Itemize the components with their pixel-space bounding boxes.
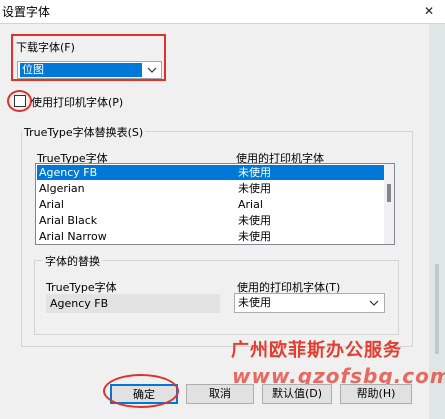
list-item-font: Arial Black (39, 214, 98, 227)
download-font-group: 下载字体(F) 位图 (11, 34, 166, 81)
cancel-button[interactable]: 取消 (186, 384, 254, 404)
list-item-font: Arial (39, 198, 64, 211)
use-printer-font-checkbox[interactable] (14, 95, 26, 107)
font-substitution-label: 字体的替换 (43, 253, 102, 269)
list-item-font: Agency FB (39, 166, 98, 179)
default-button[interactable]: 默认值(D) (262, 384, 332, 404)
window-title: 设置字体 (2, 5, 51, 19)
list-item-printer-font: Arial (238, 198, 263, 211)
printer-font-value: 未使用 (238, 296, 271, 309)
printer-font-select[interactable]: 未使用 (234, 293, 385, 313)
truetype-font-field: Agency FB (46, 294, 220, 313)
list-item-printer-font: 未使用 (238, 214, 271, 227)
list-item[interactable]: Arial Arial (37, 197, 385, 212)
watermark-company: 广州欧菲斯办公服务 (231, 340, 402, 361)
list-item-printer-font: 未使用 (238, 166, 271, 179)
close-icon[interactable]: ✕ (419, 2, 439, 20)
list-item-font: Arial Narrow (39, 230, 107, 243)
list-item[interactable]: Agency FB 未使用 (37, 165, 385, 180)
list-item[interactable]: Arial Black 未使用 (37, 213, 385, 228)
use-printer-font-label[interactable]: 使用打印机字体(P) (31, 94, 123, 110)
download-font-value: 位图 (20, 63, 142, 77)
scrollbar-thumb[interactable] (387, 184, 391, 202)
background-window-edge (429, 24, 445, 419)
download-font-select[interactable]: 位图 (17, 61, 162, 79)
chevron-down-icon (147, 67, 157, 73)
help-button[interactable]: 帮助(H) (340, 384, 412, 404)
list-item[interactable]: Algerian 未使用 (37, 181, 385, 196)
title-bar: 设置字体 ✕ (0, 0, 445, 24)
annotation-circle (103, 374, 179, 408)
truetype-font-label: TrueType字体 (46, 281, 117, 294)
chevron-down-icon (369, 300, 379, 306)
list-item[interactable]: Arial Narrow 未使用 (37, 229, 385, 244)
list-item-printer-font: 未使用 (238, 182, 271, 195)
list-scrollbar[interactable] (384, 164, 394, 244)
list-item-font: Algerian (39, 182, 85, 195)
list-item-printer-font: 未使用 (238, 230, 271, 243)
font-substitution-list[interactable]: Agency FB 未使用 Algerian 未使用 Arial Arial A… (35, 163, 395, 245)
substitution-table-label: TrueType字体替换表(S) (22, 124, 146, 140)
download-font-label: 下载字体(F) (16, 41, 75, 54)
